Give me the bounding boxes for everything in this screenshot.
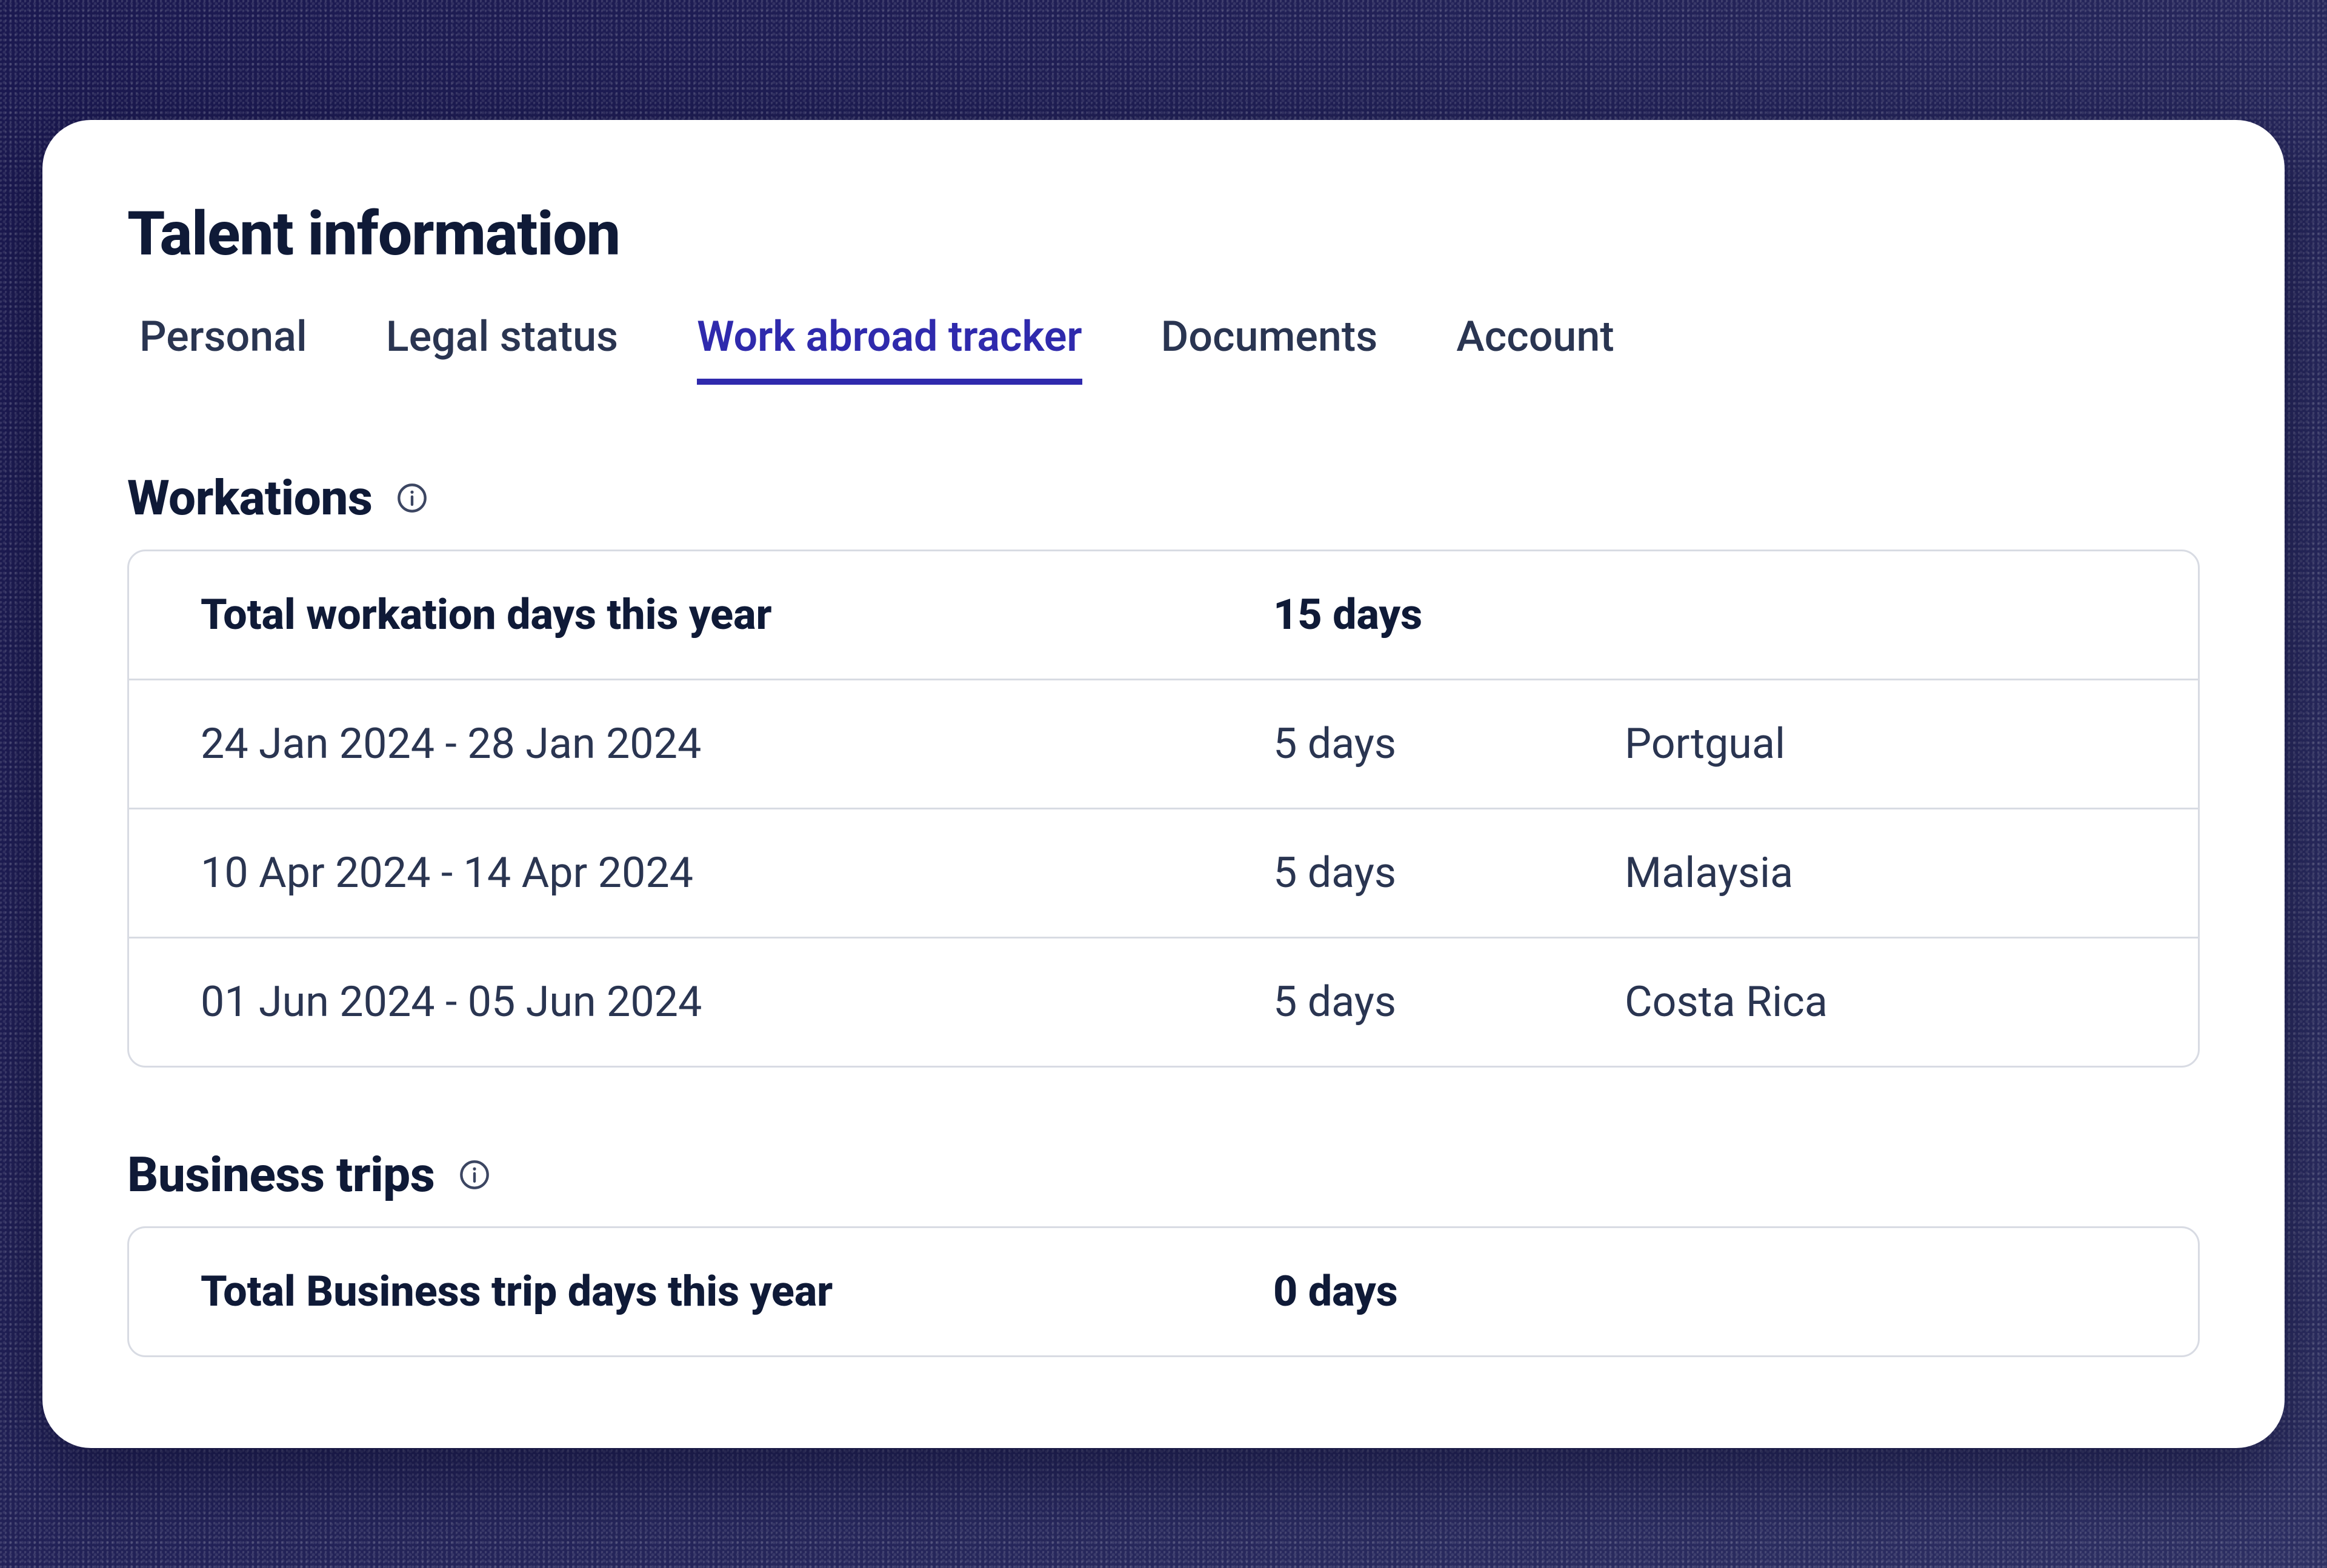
tab-legal-status[interactable]: Legal status [386,312,618,385]
workation-days: 5 days [1273,977,1625,1027]
workation-range: 24 Jan 2024 - 28 Jan 2024 [201,719,1273,769]
workation-row: 24 Jan 2024 - 28 Jan 2024 5 days Portgua… [129,679,2198,808]
tab-account[interactable]: Account [1456,312,1614,385]
workation-country: Portgual [1625,719,2126,769]
workations-heading-row: Workations [127,470,2200,527]
info-icon[interactable] [459,1159,490,1191]
workations-heading: Workations [127,470,372,527]
workation-country: Malaysia [1625,848,2126,898]
workation-days: 5 days [1273,719,1625,769]
workations-panel: Total workation days this year 15 days 2… [127,550,2200,1068]
business-trips-panel: Total Business trip days this year 0 day… [127,1226,2200,1357]
tab-personal[interactable]: Personal [139,312,307,385]
workations-total-value: 15 days [1273,590,1625,640]
workation-days: 5 days [1273,848,1625,898]
tab-documents[interactable]: Documents [1161,312,1378,385]
tabs: Personal Legal status Work abroad tracke… [127,312,2200,385]
workations-total-label: Total workation days this year [201,590,1273,640]
workation-row: 01 Jun 2024 - 05 Jun 2024 5 days Costa R… [129,937,2198,1066]
business-trips-heading-row: Business trips [127,1146,2200,1203]
business-trips-heading: Business trips [127,1146,434,1203]
business-trips-total-value: 0 days [1273,1267,1625,1317]
workations-total-row: Total workation days this year 15 days [129,551,2198,679]
workation-range: 01 Jun 2024 - 05 Jun 2024 [201,977,1273,1027]
talent-info-card: Talent information Personal Legal status… [42,120,2285,1448]
workation-range: 10 Apr 2024 - 14 Apr 2024 [201,848,1273,898]
business-trips-total-row: Total Business trip days this year 0 day… [129,1228,2198,1355]
business-trips-total-label: Total Business trip days this year [201,1267,1273,1317]
workation-country: Costa Rica [1625,977,2126,1027]
info-icon[interactable] [396,482,428,514]
page-title: Talent information [127,199,2200,270]
tab-work-abroad-tracker[interactable]: Work abroad tracker [697,312,1082,385]
workation-row: 10 Apr 2024 - 14 Apr 2024 5 days Malaysi… [129,808,2198,937]
